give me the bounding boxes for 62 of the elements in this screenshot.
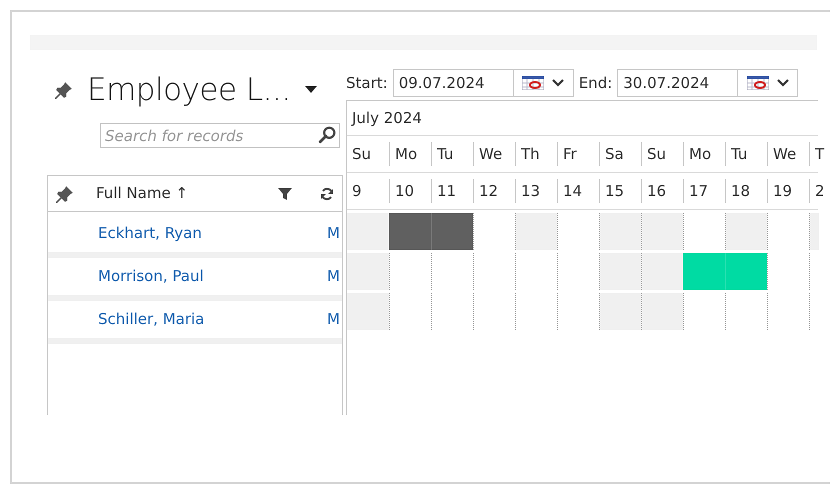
day-cell (641, 293, 683, 330)
weekday-label: Tu (437, 144, 454, 165)
column-header[interactable]: Full Name ↑ (96, 182, 188, 205)
day-number: 12 (479, 180, 498, 202)
weekday-label: T (815, 144, 824, 165)
employee-name-link[interactable]: Eckhart, Ryan (98, 222, 202, 245)
weekday-label: Su (352, 144, 372, 165)
employee-name-link[interactable]: Morrison, Paul (98, 265, 204, 288)
date-label: End: (578, 72, 612, 94)
pin-icon[interactable] (55, 81, 73, 99)
day-number: 13 (521, 180, 540, 202)
page-title: Employee L... (87, 70, 291, 110)
day-number: 19 (773, 180, 792, 202)
day-cell (347, 213, 389, 250)
table-cell-text: M (327, 266, 340, 288)
date-field[interactable]: 09.07.2024 (392, 69, 514, 97)
refresh-icon[interactable] (320, 186, 334, 200)
day-number: 17 (689, 180, 708, 202)
chevron-down-icon (552, 79, 564, 87)
date-picker-button[interactable] (514, 69, 574, 97)
weekday-label: Mo (689, 144, 712, 165)
date-picker-button[interactable] (738, 69, 798, 97)
day-cell (641, 213, 683, 250)
day-cell (515, 213, 557, 250)
day-cell (599, 213, 641, 250)
day-number: 10 (395, 180, 414, 202)
weekday-label: We (773, 144, 796, 165)
date-label: Start: (346, 72, 388, 94)
day-cell (725, 213, 767, 250)
chevron-down-icon (776, 79, 789, 87)
day-number: 9 (352, 180, 362, 202)
date-field[interactable]: 30.07.2024 (617, 69, 738, 97)
day-cell (599, 253, 641, 290)
day-cell (641, 253, 683, 290)
day-cell (599, 293, 641, 330)
pin-icon[interactable] (56, 184, 74, 202)
weekday-label: We (479, 144, 502, 165)
search-icon[interactable] (318, 126, 336, 144)
day-cell (347, 253, 389, 290)
table-cell-text: M (327, 309, 340, 330)
weekday-label: Mo (395, 144, 418, 165)
filter-icon[interactable] (278, 186, 292, 200)
day-number: 18 (731, 180, 750, 202)
table-cell-text: M (327, 223, 340, 244)
day-cell (347, 293, 389, 330)
calendar-icon (522, 76, 544, 90)
day-number: 15 (605, 180, 624, 202)
weekday-label: Tu (731, 144, 748, 165)
calendar-icon (746, 76, 769, 90)
month-label: July 2024 (352, 108, 422, 129)
day-number: 2 (815, 180, 825, 202)
employee-name-link[interactable]: Schiller, Maria (98, 308, 204, 331)
day-cell (809, 213, 819, 250)
weekday-label: Su (647, 144, 666, 165)
day-number: 14 (563, 180, 582, 202)
caret-icon[interactable] (304, 86, 317, 94)
day-number: 16 (647, 180, 666, 202)
weekday-label: Sa (605, 144, 624, 165)
day-number: 11 (437, 180, 456, 202)
weekday-label: Th (521, 144, 540, 165)
search-field[interactable]: Search for records (100, 123, 340, 148)
weekday-label: Fr (563, 144, 577, 165)
